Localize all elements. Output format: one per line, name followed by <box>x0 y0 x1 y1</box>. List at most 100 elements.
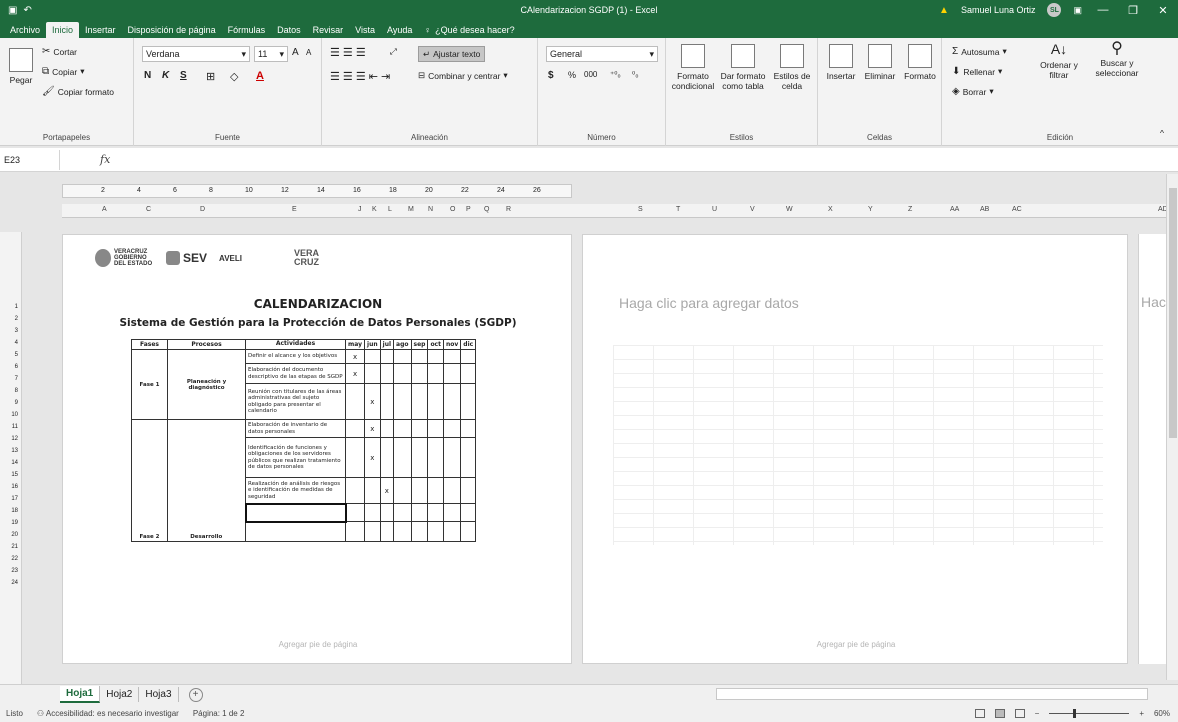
table-header-cell[interactable]: oct <box>427 339 444 350</box>
month-cell[interactable] <box>379 383 395 420</box>
phase-cell[interactable]: Fase 2 <box>131 419 168 542</box>
activity-cell[interactable] <box>244 502 347 523</box>
month-cell[interactable] <box>442 363 462 384</box>
month-cell[interactable] <box>442 477 462 504</box>
conditional-format-button[interactable]: Formato condicional <box>670 44 716 91</box>
month-cell[interactable] <box>460 349 477 364</box>
fill-color-icon[interactable]: ◇ <box>230 70 238 83</box>
column-header[interactable]: Q <box>484 206 489 213</box>
insert-cells-button[interactable]: Insertar <box>822 44 860 81</box>
month-cell[interactable] <box>344 477 366 504</box>
column-header[interactable]: M <box>408 206 414 213</box>
sheet-tab-hoja2[interactable]: Hoja2 <box>100 687 140 702</box>
month-cell[interactable] <box>393 419 412 438</box>
table-header-cell[interactable]: Procesos <box>167 339 246 350</box>
horizontal-scrollbar[interactable] <box>716 688 1148 700</box>
page-2-footer[interactable]: Agregar pie de página <box>583 640 1129 649</box>
zoom-slider-thumb[interactable] <box>1073 708 1077 718</box>
delete-cells-button[interactable]: Eliminar <box>860 44 900 81</box>
column-header[interactable]: W <box>786 206 793 213</box>
zoom-in-button[interactable]: + <box>1139 709 1144 718</box>
undo-icon[interactable]: ↶ <box>23 5 31 16</box>
month-cell[interactable] <box>410 419 429 438</box>
month-cell[interactable] <box>410 363 429 384</box>
process-cell[interactable]: Desarrollo <box>167 419 246 542</box>
minimize-button[interactable]: — <box>1094 4 1112 16</box>
format-painter-button[interactable]: 🖌 Copiar formato <box>42 86 114 97</box>
month-cell[interactable] <box>427 503 444 522</box>
avatar[interactable]: SL <box>1047 3 1062 17</box>
row-header[interactable]: 19 <box>11 520 18 526</box>
tab-disposicion[interactable]: Disposición de página <box>122 22 222 38</box>
phase-cell[interactable]: Fase 1 <box>131 349 168 420</box>
orientation-icon[interactable]: ⤢ <box>390 46 397 57</box>
row-header[interactable]: 17 <box>11 496 18 502</box>
page-2-placeholder[interactable]: Haga clic para agregar datos <box>619 295 799 311</box>
row-header[interactable]: 6 <box>15 364 18 370</box>
tab-insertar[interactable]: Insertar <box>79 22 122 38</box>
tab-datos[interactable]: Datos <box>271 22 307 38</box>
cut-button[interactable]: ✂ Cortar <box>42 46 77 57</box>
month-cell[interactable]: x <box>364 383 381 420</box>
month-cell[interactable] <box>364 477 381 504</box>
page-1-footer[interactable]: Agregar pie de página <box>63 640 573 649</box>
normal-view-icon[interactable] <box>974 708 985 718</box>
row-header[interactable]: 15 <box>11 472 18 478</box>
schedule-table[interactable]: Fases Procesos Actividades may jun jul ago sep o… <box>131 339 477 542</box>
month-cell[interactable] <box>364 349 381 364</box>
tab-revisar[interactable]: Revisar <box>307 22 350 38</box>
accessibility-status[interactable]: ⚇ Accesibilidad: es necesario investigar <box>37 709 179 718</box>
month-cell[interactable]: x <box>344 349 366 364</box>
clear-button[interactable]: ◈ Borrar ▾ <box>952 86 994 97</box>
month-cell[interactable] <box>379 503 395 522</box>
activity-cell[interactable]: Realización de análisis de riesgos e ide… <box>245 477 346 504</box>
month-cell[interactable] <box>442 437 462 478</box>
table-header-cell[interactable]: jun <box>364 339 381 350</box>
month-cell[interactable]: x <box>344 363 366 384</box>
table-header-cell[interactable]: jul <box>379 339 395 350</box>
row-header[interactable]: 18 <box>11 508 18 514</box>
column-header[interactable]: D <box>200 206 205 213</box>
month-cell[interactable] <box>344 383 366 420</box>
month-cell[interactable] <box>410 437 429 478</box>
month-cell[interactable]: x <box>379 477 395 504</box>
month-cell[interactable] <box>442 349 462 364</box>
activity-cell[interactable]: Identificación de funciones y obligacion… <box>245 437 346 478</box>
format-cells-button[interactable]: Formato <box>900 44 940 81</box>
save-icon[interactable]: ▣ <box>8 5 17 16</box>
percent-button[interactable]: % <box>568 70 576 80</box>
sheet-tab-hoja1[interactable]: Hoja1 <box>60 686 101 703</box>
row-header[interactable]: 9 <box>15 400 18 406</box>
cell-styles-button[interactable]: Estilos de celda <box>770 44 814 91</box>
name-box[interactable]: E23 <box>0 149 60 170</box>
page-2[interactable]: Haga clic para agregar datos Agregar pie… <box>582 234 1128 664</box>
activity-cell[interactable]: Elaboración del documento descriptivo de… <box>245 363 346 384</box>
process-cell[interactable]: Planeación y diagnóstico <box>167 349 246 420</box>
table-header-cell[interactable]: dic <box>460 339 477 350</box>
number-format-select[interactable]: General ▾ <box>546 46 658 62</box>
month-cell[interactable] <box>460 437 477 478</box>
close-button[interactable]: ✕ <box>1154 4 1172 17</box>
fill-button[interactable]: ⬇ Rellenar ▾ <box>952 66 1002 77</box>
add-sheet-button[interactable]: + <box>188 687 203 702</box>
vertical-scroll-thumb[interactable] <box>1169 188 1177 438</box>
paste-button[interactable]: Pegar <box>6 48 36 85</box>
month-cell[interactable] <box>460 503 477 522</box>
month-cell[interactable] <box>442 503 462 522</box>
month-cell[interactable] <box>427 363 444 384</box>
row-header[interactable]: 23 <box>11 568 18 574</box>
column-header[interactable]: S <box>638 206 643 213</box>
month-cell[interactable] <box>410 503 429 522</box>
autosum-button[interactable]: Σ Autosuma ▾ <box>952 46 1007 57</box>
tab-vista[interactable]: Vista <box>349 22 381 38</box>
increase-decimal-icon[interactable]: ⁺⁰₀ <box>610 70 621 79</box>
activity-cell[interactable] <box>245 521 346 542</box>
currency-button[interactable]: $ <box>548 70 554 81</box>
month-cell[interactable] <box>379 521 395 542</box>
month-cell[interactable] <box>442 419 462 438</box>
row-header[interactable]: 2 <box>15 316 18 322</box>
table-header-cell[interactable]: ago <box>393 339 412 350</box>
column-header[interactable]: T <box>676 206 680 213</box>
row-header[interactable]: 20 <box>11 532 18 538</box>
borders-icon[interactable]: ⊞ <box>206 70 215 83</box>
